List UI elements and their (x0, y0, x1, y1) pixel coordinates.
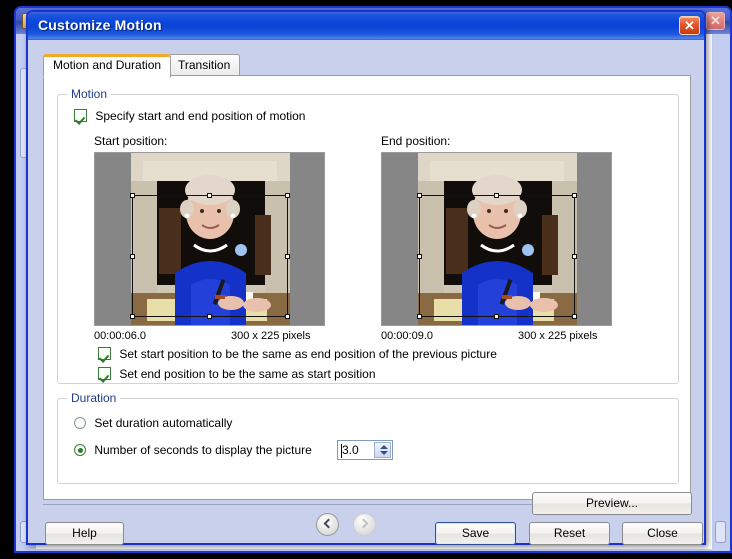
crop-handle-w[interactable] (417, 254, 422, 259)
tab-transition[interactable]: Transition (168, 54, 241, 76)
duration-seconds-radio-row[interactable]: Number of seconds to display the picture (74, 443, 312, 457)
parent-right-pane-handle[interactable] (715, 521, 726, 543)
specify-positions-checkbox-row[interactable]: Specify start and end position of motion (74, 109, 305, 123)
duration-auto-label: Set duration automatically (94, 416, 233, 430)
start-position-crop-rect[interactable] (132, 195, 288, 317)
same-as-start-label: Set end position to be the same as start… (119, 367, 376, 381)
tab-transition-label: Transition (178, 58, 231, 72)
crop-handle-nw[interactable] (417, 193, 422, 198)
start-position-label: Start position: (94, 134, 168, 148)
previous-picture-button[interactable] (316, 513, 339, 536)
duration-seconds-radio[interactable] (74, 444, 86, 456)
crop-handle-se[interactable] (285, 314, 290, 319)
dialog-title: Customize Motion (38, 17, 162, 33)
same-as-previous-checkbox-row[interactable]: Set start position to be the same as end… (98, 347, 497, 361)
crop-handle-e[interactable] (572, 254, 577, 259)
duration-seconds-label: Number of seconds to display the picture (94, 443, 312, 457)
customize-motion-dialog: Customize Motion ✕ Motion and Duration T… (26, 10, 706, 545)
chevron-right-icon (358, 518, 369, 529)
end-position-thumbnail[interactable] (381, 152, 612, 326)
preview-button[interactable]: Preview... (532, 492, 692, 515)
same-as-previous-checkbox[interactable] (98, 347, 111, 360)
dialog-titlebar[interactable]: Customize Motion ✕ (28, 12, 704, 40)
next-picture-button[interactable] (353, 513, 376, 536)
motion-group: Motion Specify start and end position of… (57, 87, 679, 384)
crop-handle-ne[interactable] (572, 193, 577, 198)
start-position-size: 300 x 225 pixels (231, 330, 311, 342)
crop-handle-sw[interactable] (130, 314, 135, 319)
start-position-time: 00:00:06.0 (94, 330, 146, 342)
chevron-left-icon (323, 518, 334, 529)
end-position-label: End position: (381, 134, 451, 148)
save-button[interactable]: Save (435, 522, 516, 545)
motion-group-title: Motion (67, 87, 112, 101)
tab-motion-and-duration-label: Motion and Duration (53, 58, 162, 72)
seconds-spinner[interactable]: 3.0 (337, 440, 393, 460)
close-button[interactable]: Close (622, 522, 703, 545)
crop-handle-ne[interactable] (285, 193, 290, 198)
crop-handle-w[interactable] (130, 254, 135, 259)
dialog-body: Motion and Duration Transition Motion Sp… (28, 40, 704, 545)
crop-handle-se[interactable] (572, 314, 577, 319)
duration-group: Duration Set duration automatically Numb… (57, 391, 679, 484)
tab-page-motion-and-duration: Motion Specify start and end position of… (43, 75, 691, 500)
seconds-value[interactable]: 3.0 (342, 443, 359, 457)
duration-group-title: Duration (67, 391, 121, 405)
close-icon[interactable]: ✕ (679, 16, 700, 35)
specify-positions-label: Specify start and end position of motion (95, 109, 306, 123)
end-position-size: 300 x 225 pixels (518, 330, 598, 342)
crop-handle-s[interactable] (207, 314, 212, 319)
crop-handle-s[interactable] (494, 314, 499, 319)
crop-handle-e[interactable] (285, 254, 290, 259)
help-button[interactable]: Help (45, 522, 124, 545)
end-position-crop-rect[interactable] (419, 195, 575, 317)
parent-right-panel (712, 34, 728, 549)
spinner-up-icon[interactable] (380, 445, 388, 449)
crop-handle-n[interactable] (494, 193, 499, 198)
start-position-thumbnail[interactable] (94, 152, 325, 326)
spinner-down-icon[interactable] (380, 451, 388, 455)
screen: ⚙ ✕ Customize Motion ✕ Motion and Durati… (0, 0, 732, 559)
end-position-time: 00:00:09.0 (381, 330, 433, 342)
duration-auto-radio[interactable] (74, 417, 86, 429)
reset-button[interactable]: Reset (529, 522, 610, 545)
parent-close-icon[interactable]: ✕ (706, 12, 725, 30)
spinner-buttons[interactable] (374, 442, 391, 458)
crop-handle-nw[interactable] (130, 193, 135, 198)
crop-handle-sw[interactable] (417, 314, 422, 319)
specify-positions-checkbox[interactable] (74, 109, 87, 122)
crop-handle-n[interactable] (207, 193, 212, 198)
same-as-start-checkbox-row[interactable]: Set end position to be the same as start… (98, 367, 376, 381)
duration-auto-radio-row[interactable]: Set duration automatically (74, 416, 232, 430)
tab-motion-and-duration[interactable]: Motion and Duration (43, 54, 172, 78)
same-as-start-checkbox[interactable] (98, 367, 111, 380)
same-as-previous-label: Set start position to be the same as end… (119, 347, 497, 361)
